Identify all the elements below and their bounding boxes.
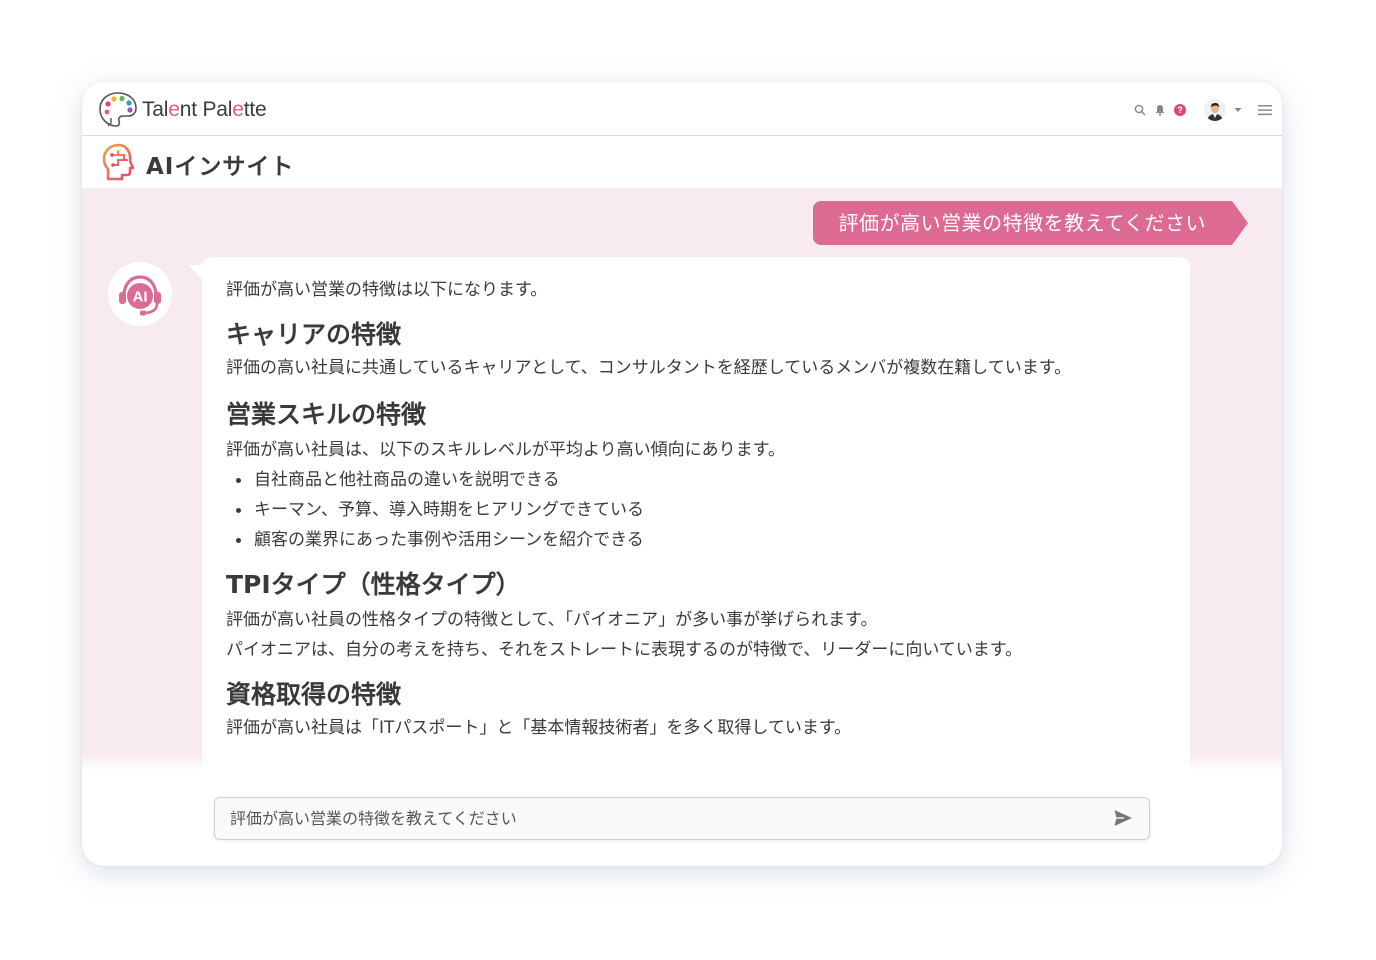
brand[interactable]: Talent Palette (98, 90, 267, 130)
list-item: 自社商品と他社商品の違いを説明できる (226, 465, 1166, 495)
message-input-box (214, 797, 1150, 840)
section-paragraph: 評価の高い社員に共通しているキャリアとして、コンサルタントを経歴しているメンバが… (226, 358, 1072, 378)
scroll-fade (82, 754, 1282, 770)
section-paragraph: 評価が高い社員の性格タイプの特徴として、「パイオニア」が多い事が挙げられます。 (226, 610, 878, 630)
user-message-bubble: 評価が高い営業の特徴を教えてください (812, 201, 1249, 245)
brand-name-part: nt Pal (179, 98, 233, 121)
brand-name-part: Tal (142, 98, 169, 121)
send-icon[interactable] (1113, 808, 1133, 828)
chat-area: 評価が高い営業の特徴を教えてください AI 評価が高い営業の特徴は以下になります… (82, 188, 1282, 770)
section-heading: キャリアの特徴 (226, 320, 402, 349)
top-icons: ? (1134, 98, 1272, 122)
hamburger-menu-icon[interactable] (1258, 104, 1272, 116)
section-paragraph: パイオニアは、自分の考えを持ち、それをストレートに表現するのが特徴で、リーダーに… (226, 640, 1023, 660)
list-item: キーマン、予算、導入時期をヒアリングできている (226, 495, 1166, 525)
feature-header: AIインサイト (82, 137, 1282, 188)
section-paragraph: 評価が高い社員は「ITパスポート」と「基本情報技術者」を多く取得しています。 (226, 718, 852, 738)
section-heading: TPIタイプ（性格タイプ） (226, 570, 521, 599)
ai-avatar-label: AI (133, 289, 148, 306)
chevron-down-icon[interactable] (1234, 106, 1242, 114)
brand-name-accent: e (168, 98, 180, 121)
brand-name: Talent Palette (142, 98, 267, 122)
brand-name-part: tte (243, 98, 267, 121)
search-icon[interactable] (1134, 104, 1146, 116)
section-heading: 資格取得の特徴 (226, 680, 402, 709)
user-avatar[interactable] (1204, 99, 1226, 121)
top-bar: Talent Palette ? (82, 82, 1282, 136)
skill-list: 自社商品と他社商品の違いを説明できる キーマン、予算、導入時期をヒアリングできて… (226, 465, 1166, 555)
message-input[interactable] (230, 798, 1090, 839)
input-bar (82, 770, 1282, 866)
ai-brain-head-icon (102, 143, 135, 181)
app-window: Talent Palette ? AIインサイト 評価が高い営業の特徴を教えてく… (82, 82, 1282, 866)
section-heading: 営業スキルの特徴 (226, 400, 427, 429)
list-item: 顧客の業界にあった事例や活用シーンを紹介できる (226, 525, 1166, 555)
ai-answer-card: 評価が高い営業の特徴は以下になります。 キャリアの特徴 評価の高い社員に共通して… (188, 257, 1190, 770)
palette-logo-icon (99, 92, 137, 127)
page-title: AIインサイト (146, 154, 295, 180)
ai-avatar: AI (108, 262, 172, 326)
answer-intro: 評価が高い営業の特徴は以下になります。 (226, 280, 548, 300)
bell-icon[interactable] (1154, 104, 1166, 116)
help-icon[interactable]: ? (1174, 104, 1186, 116)
user-photo-icon (1204, 99, 1226, 121)
brand-name-accent: e (232, 98, 244, 121)
ai-headset-icon: AI (119, 275, 161, 316)
section-paragraph: 評価が高い社員は、以下のスキルレベルが平均より高い傾向にあります。 (226, 440, 785, 460)
